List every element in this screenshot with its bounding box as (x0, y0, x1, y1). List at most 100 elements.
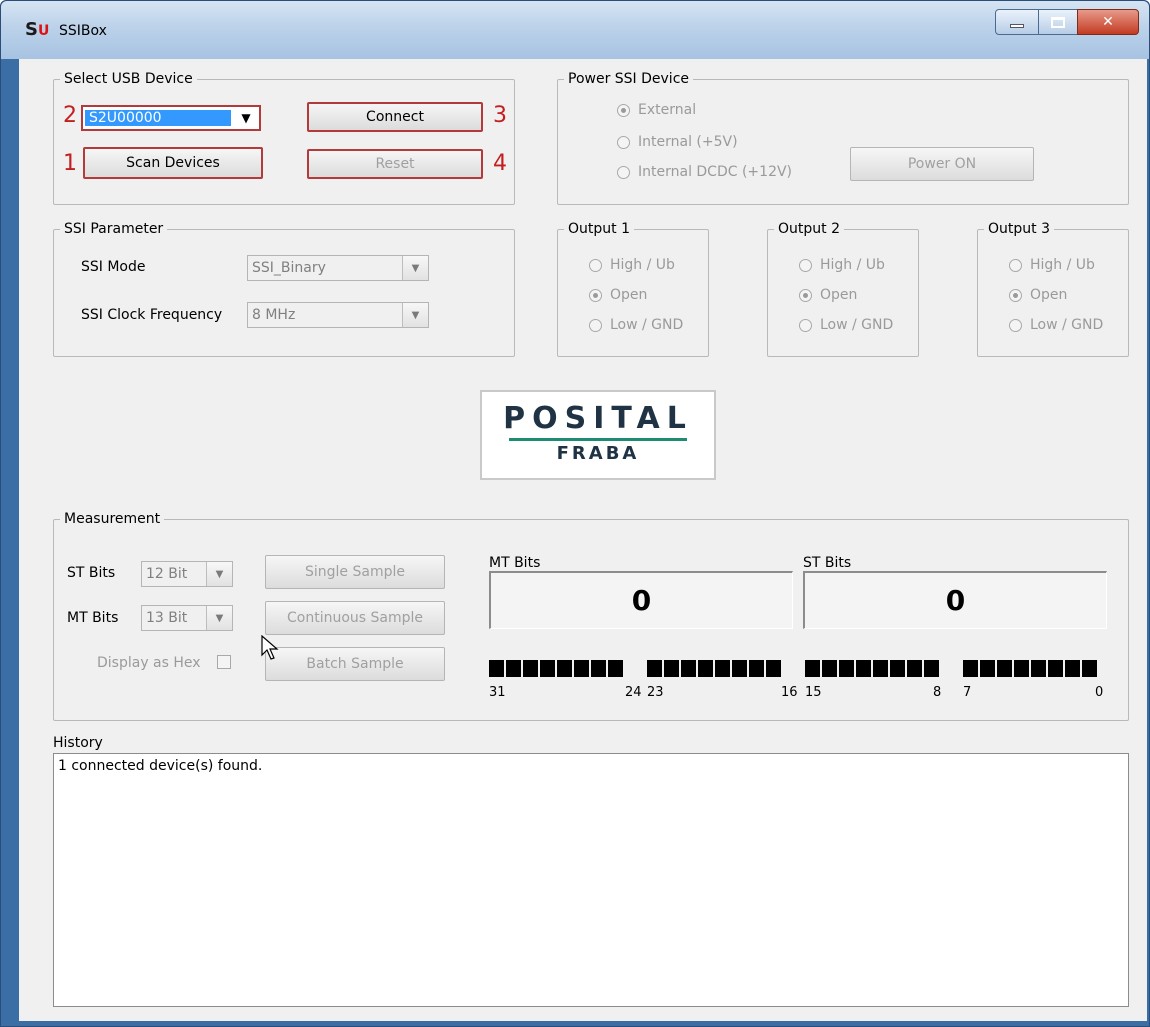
chevron-down-icon: ▼ (206, 562, 232, 586)
bit-label: 15 (805, 685, 822, 700)
ssi-clock-value: 8 MHz (252, 307, 296, 323)
output-3-high[interactable]: High / Ub (1009, 257, 1095, 273)
bit-indicator (698, 660, 713, 677)
bit-label: 8 (933, 685, 942, 700)
bit-group-31-24 (489, 660, 623, 677)
mt-value-display: 0 (489, 571, 793, 629)
bit-label: 7 (963, 685, 972, 700)
bit-indicator (681, 660, 696, 677)
power-on-button[interactable]: Power ON (850, 147, 1034, 181)
connect-button[interactable]: Connect (307, 102, 483, 132)
st-value-display: 0 (803, 571, 1107, 629)
bit-indicator (907, 660, 922, 677)
continuous-sample-button[interactable]: Continuous Sample (265, 601, 445, 635)
st-bits-select[interactable]: 12 Bit ▼ (141, 561, 233, 587)
bit-group-23-16 (647, 660, 781, 677)
title-bar[interactable]: SU SSIBox ✕ (1, 1, 1149, 59)
bit-indicator (856, 660, 871, 677)
logo-brand: POSITAL (503, 401, 693, 436)
mt-display-label: MT Bits (489, 555, 541, 571)
minimize-button[interactable] (995, 9, 1039, 35)
radio-checked-icon (589, 288, 602, 302)
ssi-clock-select[interactable]: 8 MHz ▼ (247, 302, 429, 328)
scan-devices-button[interactable]: Scan Devices (83, 147, 263, 179)
radio-external[interactable]: External (617, 102, 696, 118)
output-1-high[interactable]: High / Ub (589, 257, 675, 273)
history-log[interactable]: 1 connected device(s) found. (53, 753, 1129, 1007)
radio-unchecked-icon (799, 258, 812, 272)
minimize-icon (1010, 24, 1024, 28)
bit-indicator (1065, 660, 1080, 677)
bit-indicator (839, 660, 854, 677)
radio-unchecked-icon (799, 318, 812, 332)
output-1-legend: Output 1 (568, 221, 630, 237)
bit-indicator (732, 660, 747, 677)
bit-label: 23 (647, 685, 664, 700)
radio-unchecked-icon (617, 165, 630, 179)
bit-indicator (890, 660, 905, 677)
single-sample-button[interactable]: Single Sample (265, 555, 445, 589)
bit-indicator (540, 660, 555, 677)
close-button[interactable]: ✕ (1077, 9, 1139, 35)
logo-sub: FRABA (556, 443, 640, 464)
ssi-parameter-group: SSI Parameter (53, 221, 515, 357)
usb-device-legend: Select USB Device (64, 71, 193, 87)
radio-internal-5v[interactable]: Internal (+5V) (617, 134, 738, 150)
bit-indicator (963, 660, 978, 677)
radio-unchecked-icon (589, 318, 602, 332)
bit-indicator (805, 660, 820, 677)
bit-indicator (574, 660, 589, 677)
bit-indicator (506, 660, 521, 677)
history-label: History (53, 735, 103, 751)
measurement-legend: Measurement (64, 511, 161, 527)
output-1-low[interactable]: Low / GND (589, 317, 683, 333)
bit-indicator (523, 660, 538, 677)
app-logo-icon: SU (25, 19, 50, 40)
radio-checked-icon (1009, 288, 1022, 302)
chevron-down-icon: ▼ (402, 303, 428, 327)
power-legend: Power SSI Device (568, 71, 690, 87)
ssi-mode-label: SSI Mode (81, 259, 146, 275)
logo-underline (509, 438, 687, 441)
output-2-low[interactable]: Low / GND (799, 317, 893, 333)
chevron-down-icon: ▼ (206, 606, 232, 630)
mouse-pointer-icon (261, 635, 279, 660)
posital-logo: POSITAL FRABA (480, 390, 716, 480)
bit-indicator (1048, 660, 1063, 677)
output-1-open[interactable]: Open (589, 287, 647, 303)
maximize-icon (1051, 16, 1065, 28)
bit-group-7-0 (963, 660, 1097, 677)
reset-button[interactable]: Reset (307, 149, 483, 179)
st-display-label: ST Bits (803, 555, 852, 571)
bit-indicator (1031, 660, 1046, 677)
batch-sample-button[interactable]: Batch Sample (265, 647, 445, 681)
output-2-high[interactable]: High / Ub (799, 257, 885, 273)
close-icon: ✕ (1102, 14, 1114, 30)
bit-indicator (1014, 660, 1029, 677)
output-2-legend: Output 2 (778, 221, 840, 237)
output-3-open[interactable]: Open (1009, 287, 1067, 303)
bit-indicator (608, 660, 623, 677)
display-hex-checkbox[interactable] (217, 655, 231, 669)
output-3-low[interactable]: Low / GND (1009, 317, 1103, 333)
radio-checked-icon (617, 103, 630, 117)
bit-indicator (591, 660, 606, 677)
output-2-open[interactable]: Open (799, 287, 857, 303)
radio-internal-dcdc[interactable]: Internal DCDC (+12V) (617, 164, 792, 180)
bit-indicator (766, 660, 781, 677)
bit-label: 0 (1095, 685, 1104, 700)
chevron-down-icon: ▼ (402, 256, 428, 280)
marker-3: 3 (493, 103, 507, 128)
bit-indicator (647, 660, 662, 677)
chevron-down-icon: ▼ (233, 107, 259, 129)
ssi-mode-select[interactable]: SSI_Binary ▼ (247, 255, 429, 281)
mt-bits-select[interactable]: 13 Bit ▼ (141, 605, 233, 631)
radio-unchecked-icon (617, 135, 630, 149)
usb-device-value: S2U00000 (85, 110, 231, 126)
radio-unchecked-icon (1009, 318, 1022, 332)
window-title: SSIBox (59, 23, 107, 39)
maximize-button[interactable] (1038, 9, 1078, 35)
usb-device-select[interactable]: S2U00000 ▼ (81, 105, 261, 131)
mt-bits-value: 13 Bit (146, 610, 188, 626)
bit-indicator (980, 660, 995, 677)
